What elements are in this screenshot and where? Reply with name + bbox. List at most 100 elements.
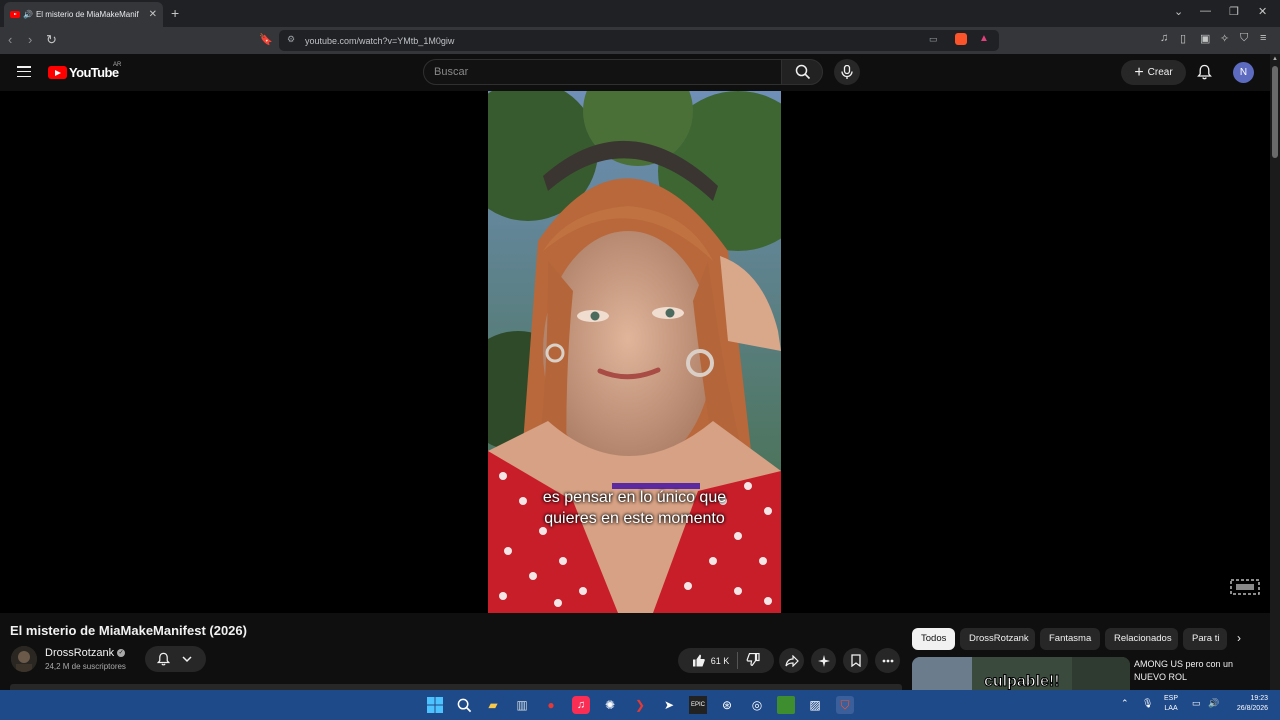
start-icon[interactable] — [426, 696, 444, 714]
verified-badge-icon: ✓ — [117, 649, 126, 658]
scrollbar-thumb[interactable] — [1272, 66, 1278, 158]
share-icon — [784, 654, 799, 667]
video-title: El misterio de MiaMakeManifest (2026) — [10, 623, 247, 638]
like-divider — [737, 652, 739, 669]
new-tab-button[interactable]: + — [171, 5, 179, 21]
browser-nav-bar: ‹ › ↻ 🔖 ⚙ youtube.com/watch?v=YMtb_1M0gi… — [0, 27, 1280, 54]
youtube-header: YouTube AR Buscar + Crear N — [0, 54, 1270, 91]
forward-icon[interactable]: › — [28, 32, 32, 47]
volume-icon[interactable]: 🔊 — [1208, 698, 1219, 708]
minecraft-icon[interactable] — [777, 696, 795, 714]
tray-mic-icon[interactable]: 🎙 — [1142, 698, 1153, 708]
network-icon[interactable]: ▭ — [1192, 698, 1201, 708]
windows-taskbar: ▰ ▥ ● ♫ ✺ ❯ ➤ EPIC ⊛ ◎ ▨ ⛉ ⌃ 🎙 ESP LAA ▭… — [0, 690, 1280, 720]
create-button[interactable]: + Crear — [1121, 60, 1186, 85]
account-avatar[interactable]: N — [1233, 62, 1254, 83]
caption-line-1: es pensar en lo único que — [542, 489, 727, 506]
like-button[interactable]: 61 K — [692, 654, 730, 667]
clock[interactable]: 19:23 26/8/2026 — [1228, 694, 1268, 714]
ask-ai-button[interactable] — [811, 648, 836, 673]
youtube-logo[interactable]: YouTube AR — [48, 62, 122, 80]
brave-shield-icon[interactable] — [955, 33, 967, 45]
tray-overflow-icon[interactable]: ⌃ — [1121, 698, 1129, 708]
brave-browser-icon[interactable]: ⛉ — [836, 696, 854, 714]
voice-search-button[interactable] — [834, 59, 860, 85]
more-horizontal-icon — [882, 659, 893, 662]
taskbar-search-icon[interactable] — [455, 696, 473, 714]
thumbs-down-icon — [746, 652, 760, 667]
browser-tab[interactable]: 🔊 El misterio de MiaMakeManif ✕ — [4, 2, 163, 27]
brave-rewards-icon[interactable]: ▲ — [979, 33, 989, 44]
steam-icon[interactable]: ⊛ — [718, 696, 736, 714]
like-count: 61 K — [710, 655, 730, 666]
search-input[interactable]: Buscar — [423, 59, 782, 85]
address-bar[interactable]: ⚙ youtube.com/watch?v=YMtb_1M0giw ▭ ▲ — [279, 30, 999, 51]
vpn-icon[interactable]: ⛉ — [1240, 32, 1248, 45]
chip-relacionados[interactable]: Relacionados — [1105, 628, 1178, 650]
bookmark-icon[interactable]: 🔖 — [259, 33, 273, 46]
chip-para-ti[interactable]: Para ti — [1183, 628, 1227, 650]
leo-ai-icon[interactable]: ✧ — [1220, 32, 1229, 45]
notifications-bell-icon — [157, 652, 170, 666]
restore-button[interactable]: ❐ — [1229, 5, 1239, 18]
opera-icon[interactable]: ● — [542, 696, 560, 714]
youtube-play-icon — [48, 66, 67, 79]
country-code: AR — [113, 62, 122, 68]
back-icon[interactable]: ‹ — [8, 32, 12, 47]
wallet-icon[interactable]: ▣ — [1200, 32, 1210, 45]
chip-fantasma[interactable]: Fantasma — [1040, 628, 1100, 650]
cast-icon[interactable]: ▭ — [929, 34, 938, 45]
thumbnail-text: culpable!! — [984, 673, 1061, 691]
site-info-icon[interactable]: ⚙ — [287, 34, 295, 45]
steelseries-icon[interactable]: ✺ — [601, 696, 619, 714]
sidebar-icon[interactable]: ▯ — [1180, 32, 1186, 45]
share-button[interactable] — [779, 648, 804, 673]
epic-games-icon[interactable]: EPIC — [689, 696, 707, 714]
music-app-icon[interactable]: ♫ — [572, 696, 590, 714]
save-bookmark-icon — [850, 654, 861, 667]
video-player[interactable]: es pensar en lo único que quieres en est… — [0, 91, 1270, 613]
recommendation-thumbnail[interactable]: culpable!! — [912, 657, 1130, 690]
recycle-bin-icon[interactable]: ▥ — [513, 696, 531, 714]
close-tab-icon[interactable]: ✕ — [149, 9, 157, 20]
chips-next-icon[interactable]: › — [1237, 631, 1241, 645]
telegram-icon[interactable]: ➤ — [660, 696, 678, 714]
like-dislike-group: 61 K — [678, 648, 774, 673]
chromium-icon[interactable]: ◎ — [748, 696, 766, 714]
channel-name[interactable]: DrossRotzank ✓ — [45, 647, 126, 659]
chip-todos[interactable]: Todos — [912, 628, 955, 650]
hamburger-menu-icon[interactable] — [17, 66, 31, 78]
app-gallery-icon[interactable]: ▨ — [806, 696, 824, 714]
close-window-button[interactable]: ✕ — [1258, 5, 1267, 18]
language-code: ESP — [1164, 695, 1179, 702]
reload-icon[interactable]: ↻ — [46, 32, 57, 48]
youtube-favicon-icon — [10, 11, 20, 18]
dislike-button[interactable] — [746, 652, 760, 668]
search-icon — [795, 64, 811, 80]
video-frame[interactable]: es pensar en lo único que quieres en est… — [488, 91, 781, 613]
app-red-icon[interactable]: ❯ — [631, 696, 649, 714]
recommendation-title[interactable]: AMONG US pero con un NUEVO ROL — [1134, 658, 1264, 684]
minimize-button[interactable]: — — [1200, 5, 1211, 17]
search-button[interactable] — [781, 59, 823, 85]
more-actions-button[interactable] — [875, 648, 900, 673]
clock-time: 19:23 — [1250, 695, 1268, 702]
channel-avatar[interactable] — [11, 646, 37, 672]
channel-watermark-logo[interactable] — [1229, 578, 1261, 596]
chip-dross[interactable]: DrossRotzank — [960, 628, 1035, 650]
page-scrollbar[interactable]: ▲ — [1270, 54, 1280, 690]
logo-wordmark: YouTube — [69, 65, 119, 80]
speaker-icon[interactable]: 🔊 — [23, 10, 33, 19]
subscribed-notifications-button[interactable] — [145, 646, 206, 672]
save-button[interactable] — [843, 648, 868, 673]
file-explorer-icon[interactable]: ▰ — [484, 696, 502, 714]
music-icon[interactable]: ♫ — [1160, 32, 1168, 44]
scroll-up-icon[interactable]: ▲ — [1272, 56, 1278, 62]
notifications-bell-icon[interactable] — [1197, 64, 1212, 80]
plus-icon: + — [1134, 63, 1144, 81]
caption-line-2: quieres en este momento — [544, 510, 725, 527]
input-language[interactable]: ESP LAA — [1164, 694, 1178, 714]
tab-search-icon[interactable]: ⌄ — [1174, 5, 1183, 18]
browser-menu-icon[interactable]: ≡ — [1260, 32, 1266, 44]
browser-tab-bar: 🔊 El misterio de MiaMakeManif ✕ + ⌄ — ❐ … — [0, 0, 1280, 27]
